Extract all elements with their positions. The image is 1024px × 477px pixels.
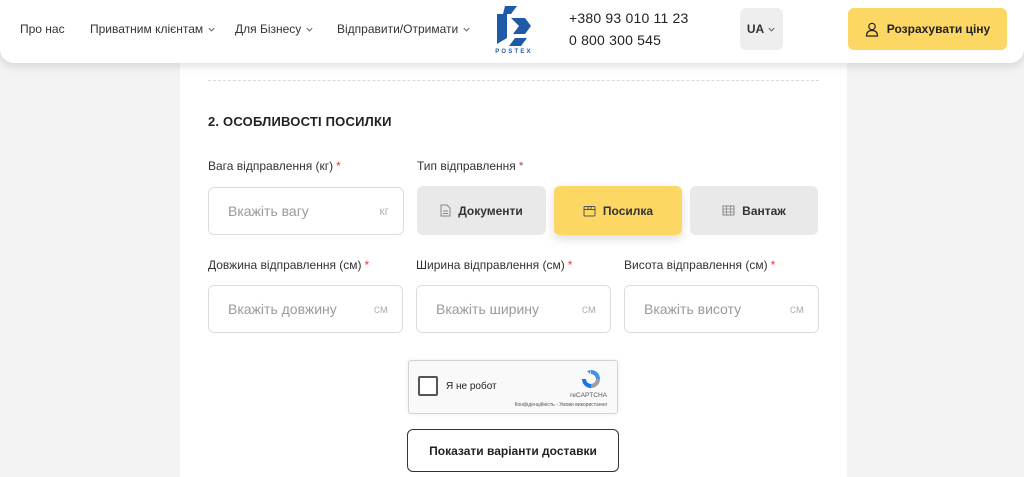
pallet-icon [722,205,735,216]
height-input[interactable]: Вкажіть висоту см [624,285,819,333]
postex-logo[interactable]: POSTEX [491,4,537,58]
box-icon [583,205,596,216]
type-cargo-label: Вантаж [742,203,786,218]
show-delivery-options-button[interactable]: Показати варіанти доставки [407,429,619,472]
chevron-down-icon [463,27,470,32]
nav-about-label: Про нас [20,22,65,36]
chevron-down-icon [306,27,313,32]
weight-placeholder: Вкажіть вагу [228,203,309,219]
nav-send-receive-label: Відправити/Отримати [337,22,459,36]
type-label: Тип відправлення * [417,159,523,173]
required-mark: * [364,258,370,272]
type-parcel-button[interactable]: Посилка [554,186,682,235]
site-header: Про нас Приватним клієнтам Для Бізнесу В… [0,0,1024,63]
type-label-text: Тип відправлення [417,159,516,173]
length-unit: см [373,302,388,316]
height-label: Висота відправлення (см) * [624,258,775,272]
type-documents-label: Документи [458,203,523,218]
chevron-down-icon [768,27,775,32]
length-label-text: Довжина відправлення (см) [208,258,362,272]
nav-business[interactable]: Для Бізнесу [235,22,314,36]
height-unit: см [789,302,804,316]
logo-mark-icon [497,6,531,46]
weight-unit: кг [379,204,389,218]
required-mark: * [518,159,524,173]
length-input[interactable]: Вкажіть довжину см [208,285,403,333]
phone-mobile[interactable]: +380 93 010 11 23 [569,10,689,26]
calculate-price-button[interactable]: Розрахувати ціну [848,8,1007,50]
required-mark: * [567,258,573,272]
nav-private-clients[interactable]: Приватним клієнтам [90,22,216,36]
user-icon [865,22,878,37]
recaptcha-icon [582,370,600,388]
weight-label: Вага відправлення (кг) * [208,159,341,173]
required-mark: * [770,258,776,272]
recaptcha-links[interactable]: Конфіденційність - Умови використання [515,402,607,408]
nav-private-clients-label: Приватним клієнтам [90,22,204,36]
recaptcha-widget: Я не робот reCAPTCHA Конфіденційність - … [408,360,618,414]
width-placeholder: Вкажіть ширину [436,301,540,317]
height-label-text: Висота відправлення (см) [624,258,768,272]
section-title: 2. ОСОБЛИВОСТІ ПОСИЛКИ [208,114,392,129]
nav-send-receive[interactable]: Відправити/Отримати [337,22,471,36]
nav-about[interactable]: Про нас [20,22,65,36]
nav-business-label: Для Бізнесу [235,22,302,36]
divider [208,80,819,81]
type-cargo-button[interactable]: Вантаж [690,186,818,235]
recaptcha-label: Я не робот [446,381,497,392]
document-icon [440,204,451,217]
logo-text: POSTEX [495,49,533,55]
calculate-price-label: Розрахувати ціну [886,22,991,36]
width-unit: см [581,302,596,316]
width-input[interactable]: Вкажіть ширину см [416,285,611,333]
recaptcha-brand: reCAPTCHA [570,392,607,399]
show-delivery-options-label: Показати варіанти доставки [429,443,597,458]
length-placeholder: Вкажіть довжину [228,301,337,317]
language-label: UA [746,22,765,36]
height-placeholder: Вкажіть висоту [644,301,742,317]
weight-input[interactable]: Вкажіть вагу кг [208,187,404,235]
type-parcel-label: Посилка [602,203,654,218]
chevron-down-icon [208,27,215,32]
length-label: Довжина відправлення (см) * [208,258,369,272]
phone-hotline[interactable]: 0 800 300 545 [569,32,661,48]
recaptcha-checkbox[interactable] [418,376,438,396]
width-label: Ширина відправлення (см) * [416,258,572,272]
type-documents-button[interactable]: Документи [417,186,546,235]
required-mark: * [336,159,341,173]
width-label-text: Ширина відправлення (см) [416,258,565,272]
language-selector[interactable]: UA [740,8,783,50]
weight-label-text: Вага відправлення (кг) [208,159,334,173]
